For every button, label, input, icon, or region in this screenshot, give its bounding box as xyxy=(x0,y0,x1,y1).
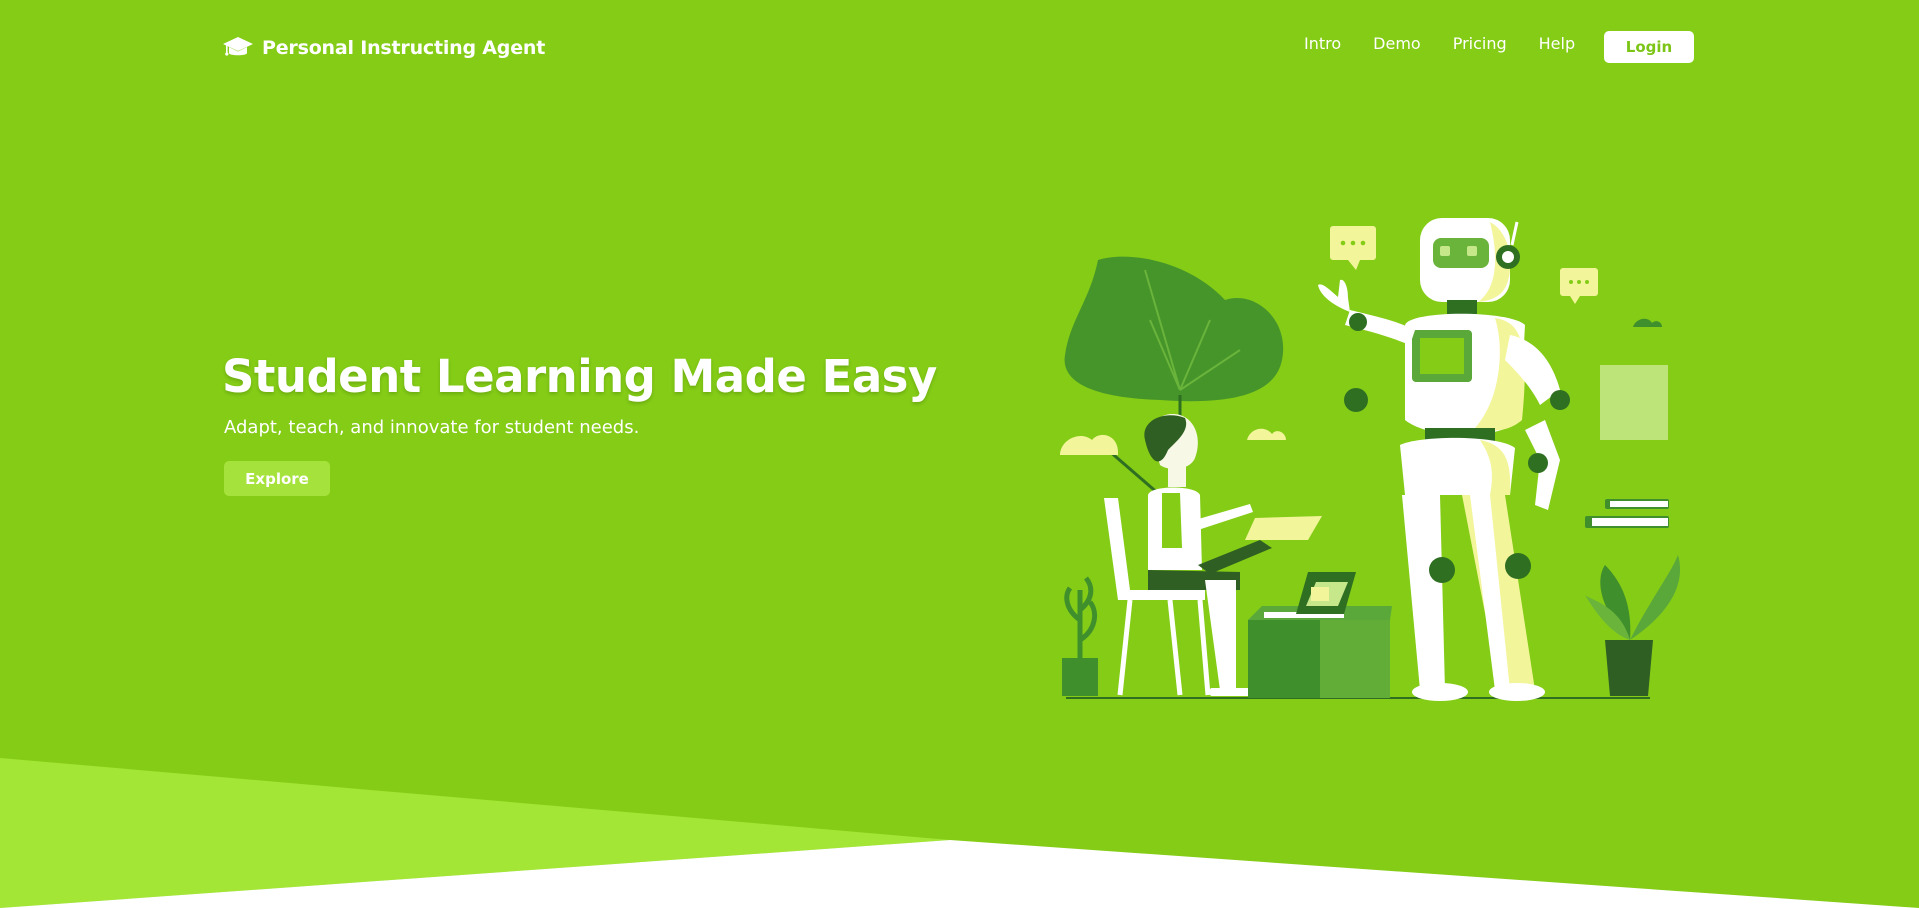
login-button[interactable]: Login xyxy=(1604,31,1694,63)
nav-link-demo[interactable]: Demo xyxy=(1373,34,1421,53)
landing-page: Personal Instructing Agent Intro Demo Pr… xyxy=(0,0,1919,908)
hero-subtitle: Adapt, teach, and innovate for student n… xyxy=(224,417,640,438)
hero-title: Student Learning Made Easy xyxy=(222,350,937,403)
brand-logo-link[interactable]: Personal Instructing Agent xyxy=(222,31,545,65)
student-robot-illustration xyxy=(1060,218,1681,701)
brand-name: Personal Instructing Agent xyxy=(262,37,546,59)
nav-links: Intro Demo Pricing Help xyxy=(1304,34,1607,53)
top-navbar: Personal Instructing Agent Intro Demo Pr… xyxy=(0,0,1919,95)
nav-link-intro[interactable]: Intro xyxy=(1304,34,1341,53)
explore-button[interactable]: Explore xyxy=(224,461,330,496)
nav-link-pricing[interactable]: Pricing xyxy=(1453,34,1507,53)
nav-link-help[interactable]: Help xyxy=(1539,34,1575,53)
graduation-cap-icon xyxy=(223,37,253,56)
